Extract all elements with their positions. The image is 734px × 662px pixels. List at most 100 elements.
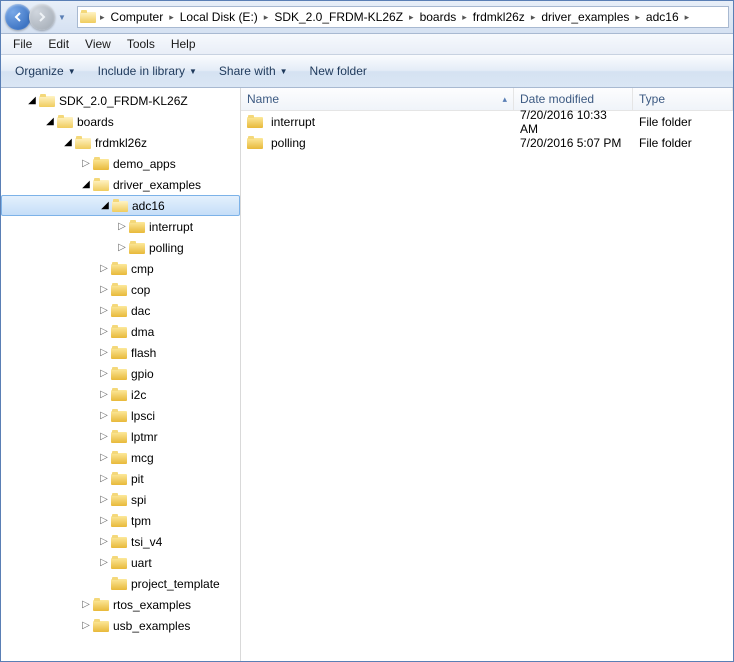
tree-item-selected[interactable]: ◢ adc16: [1, 195, 240, 216]
expand-icon[interactable]: ▷: [97, 262, 111, 276]
expand-icon[interactable]: ▷: [97, 346, 111, 360]
breadcrumb-seg[interactable]: driver_examples: [537, 10, 633, 24]
address-bar[interactable]: ▸ Computer ▸ Local Disk (E:) ▸ SDK_2.0_F…: [77, 6, 729, 28]
expand-icon[interactable]: ▷: [97, 388, 111, 402]
tree-item[interactable]: ◢ frdmkl26z: [1, 132, 240, 153]
tree-item[interactable]: ▷interrupt: [1, 216, 240, 237]
chevron-right-icon[interactable]: ▸: [262, 12, 271, 23]
folder-icon: [111, 367, 127, 381]
expand-icon[interactable]: ▷: [97, 451, 111, 465]
tree-label: driver_examples: [113, 178, 201, 192]
expand-icon[interactable]: ▷: [79, 157, 93, 171]
history-dropdown[interactable]: ▼: [55, 7, 69, 27]
tree-item[interactable]: ▷lpsci: [1, 405, 240, 426]
chevron-right-icon[interactable]: ▸: [683, 12, 692, 23]
expand-icon[interactable]: ▷: [97, 367, 111, 381]
tree-item[interactable]: ▷tsi_v4: [1, 531, 240, 552]
tree-item[interactable]: ▷spi: [1, 489, 240, 510]
tree-item[interactable]: ◢ driver_examples: [1, 174, 240, 195]
tree-item[interactable]: ▷lptmr: [1, 426, 240, 447]
list-row[interactable]: polling7/20/2016 5:07 PMFile folder: [241, 132, 733, 153]
forward-button[interactable]: [29, 4, 55, 30]
tree-label: boards: [77, 115, 114, 129]
breadcrumb-seg[interactable]: Local Disk (E:): [176, 10, 262, 24]
new-folder-button[interactable]: New folder: [304, 61, 373, 81]
cell-type: File folder: [633, 136, 733, 150]
expand-icon[interactable]: ▷: [79, 598, 93, 612]
chevron-right-icon[interactable]: ▸: [633, 12, 642, 23]
expand-icon[interactable]: ▷: [97, 472, 111, 486]
expand-icon[interactable]: ▷: [97, 283, 111, 297]
expand-icon[interactable]: ▷: [97, 493, 111, 507]
chevron-right-icon[interactable]: ▸: [407, 12, 416, 23]
back-button[interactable]: [5, 4, 31, 30]
tree-item[interactable]: ▷polling: [1, 237, 240, 258]
collapse-icon[interactable]: ◢: [43, 115, 57, 129]
menu-edit[interactable]: Edit: [40, 35, 77, 53]
tree-item[interactable]: ▷demo_apps: [1, 153, 240, 174]
tree-item[interactable]: ▷mcg: [1, 447, 240, 468]
tree-item[interactable]: ▷tpm: [1, 510, 240, 531]
folder-icon: [247, 136, 263, 150]
expand-icon[interactable]: ▷: [97, 409, 111, 423]
breadcrumb-seg[interactable]: frdmkl26z: [469, 10, 529, 24]
folder-icon: [111, 430, 127, 444]
tree-item[interactable]: ▷ usb_examples: [1, 615, 240, 636]
tree-label: adc16: [132, 199, 165, 213]
expand-icon[interactable]: ▷: [97, 304, 111, 318]
tree-label: frdmkl26z: [95, 136, 147, 150]
tree-item[interactable]: ▷ uart: [1, 552, 240, 573]
menu-help[interactable]: Help: [163, 35, 204, 53]
breadcrumb-seg[interactable]: adc16: [642, 10, 683, 24]
newfolder-label: New folder: [310, 64, 367, 78]
chevron-right-icon[interactable]: ▸: [529, 12, 538, 23]
breadcrumb-seg[interactable]: Computer: [107, 10, 168, 24]
tree-item[interactable]: ▷dac: [1, 300, 240, 321]
list-row[interactable]: interrupt7/20/2016 10:33 AMFile folder: [241, 111, 733, 132]
tree-item[interactable]: project_template: [1, 573, 240, 594]
breadcrumb-seg[interactable]: SDK_2.0_FRDM-KL26Z: [270, 10, 407, 24]
tree-item[interactable]: ▷rtos_examples: [1, 594, 240, 615]
file-name: interrupt: [271, 115, 315, 129]
collapse-icon[interactable]: ◢: [25, 94, 39, 108]
tree-item[interactable]: ▷pit: [1, 468, 240, 489]
chevron-right-icon[interactable]: ▸: [98, 12, 107, 23]
menu-tools[interactable]: Tools: [119, 35, 163, 53]
expand-icon[interactable]: ▷: [97, 556, 111, 570]
expand-icon[interactable]: ▷: [97, 325, 111, 339]
col-name-header[interactable]: Name▴: [241, 88, 514, 110]
breadcrumb-seg[interactable]: boards: [416, 10, 461, 24]
expand-icon[interactable]: ▷: [115, 241, 129, 255]
folder-icon: [111, 283, 127, 297]
menu-view[interactable]: View: [77, 35, 119, 53]
tree-item[interactable]: ▷cop: [1, 279, 240, 300]
tree-label: usb_examples: [113, 619, 190, 633]
col-type-header[interactable]: Type: [633, 88, 733, 110]
collapse-icon[interactable]: ◢: [98, 199, 112, 213]
tree-pane[interactable]: ◢SDK_2.0_FRDM-KL26Z ◢boards ◢frdmkl26z ▷…: [1, 88, 241, 661]
chevron-right-icon[interactable]: ▸: [460, 12, 469, 23]
nav-buttons: ▼: [5, 4, 69, 30]
collapse-icon[interactable]: ◢: [61, 136, 75, 150]
organize-button[interactable]: Organize▼: [9, 61, 82, 81]
list-body[interactable]: interrupt7/20/2016 10:33 AMFile folderpo…: [241, 111, 733, 661]
tree-item[interactable]: ▷flash: [1, 342, 240, 363]
tree-item[interactable]: ▷i2c: [1, 384, 240, 405]
tree-label: uart: [131, 556, 152, 570]
expand-icon[interactable]: ▷: [115, 220, 129, 234]
tree-item[interactable]: ▷gpio: [1, 363, 240, 384]
collapse-icon[interactable]: ◢: [79, 178, 93, 192]
include-library-button[interactable]: Include in library▼: [92, 61, 203, 81]
tree-item[interactable]: ◢SDK_2.0_FRDM-KL26Z: [1, 90, 240, 111]
expand-icon[interactable]: ▷: [97, 430, 111, 444]
tree-item[interactable]: ▷dma: [1, 321, 240, 342]
expand-icon[interactable]: ▷: [97, 514, 111, 528]
share-with-button[interactable]: Share with▼: [213, 61, 294, 81]
folder-icon: [111, 409, 127, 423]
chevron-right-icon[interactable]: ▸: [167, 12, 176, 23]
expand-icon[interactable]: ▷: [79, 619, 93, 633]
tree-item[interactable]: ▷cmp: [1, 258, 240, 279]
expand-icon[interactable]: ▷: [97, 535, 111, 549]
tree-item[interactable]: ◢ boards: [1, 111, 240, 132]
menu-file[interactable]: File: [5, 35, 40, 53]
